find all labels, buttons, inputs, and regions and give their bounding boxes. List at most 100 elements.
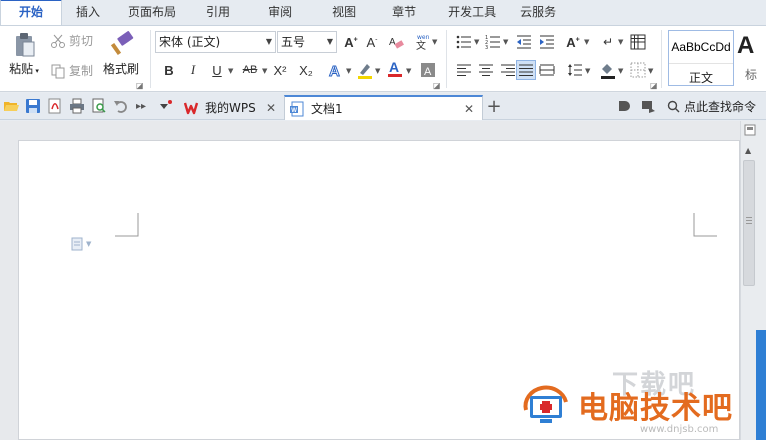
open-button[interactable] <box>3 98 19 114</box>
print-button[interactable] <box>69 98 85 114</box>
chevron-down-icon[interactable]: ▼ <box>503 38 508 46</box>
style-normal[interactable]: AaBbCcDd 正文 <box>668 30 734 86</box>
tab-cloud-service[interactable]: 云服务 <box>510 0 566 25</box>
tab-view[interactable]: 视图 <box>314 0 374 25</box>
strikethrough-button[interactable]: AB <box>238 60 262 80</box>
align-right-button[interactable] <box>498 60 518 80</box>
chevron-down-icon[interactable]: ▼ <box>584 38 589 46</box>
scroll-up-icon[interactable]: ▲ <box>745 146 751 155</box>
margin-corner-top-right <box>693 213 717 237</box>
print-preview-icon <box>92 98 106 113</box>
new-tab-button[interactable]: + <box>486 96 502 117</box>
chevron-down-icon[interactable]: ▼ <box>406 67 411 75</box>
chevron-down-icon[interactable]: ▼ <box>618 38 623 46</box>
close-icon[interactable]: ✕ <box>464 102 474 116</box>
chevron-down-icon[interactable]: ▼ <box>474 38 479 46</box>
italic-button[interactable]: I <box>183 60 203 80</box>
style-heading-sample[interactable]: A <box>737 32 754 60</box>
chevron-down-icon[interactable]: ▼ <box>648 67 653 75</box>
svg-text:A: A <box>389 37 396 48</box>
font-size-select[interactable]: 五号 ▼ <box>277 31 337 53</box>
doc-tab-document1-label: 文档1 <box>311 102 343 116</box>
table-border-button[interactable] <box>628 32 648 52</box>
doc-tab-document1[interactable]: W 文档1 ✕ <box>284 95 483 120</box>
numbered-list-icon: 123 <box>485 35 500 50</box>
distributed-align-button[interactable] <box>537 60 557 80</box>
change-case-button[interactable]: A+ <box>563 32 583 52</box>
bullets-button[interactable] <box>454 32 474 52</box>
print-preview-button[interactable] <box>91 98 107 114</box>
align-left-button[interactable] <box>454 60 474 80</box>
increase-indent-button[interactable] <box>537 32 557 52</box>
subscript-button[interactable]: X₂ <box>296 60 316 80</box>
watermark-brand: 电脑技术吧 <box>578 391 733 426</box>
shading-button[interactable] <box>598 60 618 80</box>
chevron-down-icon[interactable]: ▼ <box>228 67 233 75</box>
writer-doc-icon: W <box>290 101 304 116</box>
copy-icon <box>51 64 65 78</box>
clipboard-launcher-icon[interactable]: ◪ <box>136 81 144 90</box>
doc-tab-my-wps[interactable]: 我的WPS ✕ <box>180 95 284 120</box>
justify-button[interactable] <box>516 60 536 80</box>
align-center-button[interactable] <box>476 60 496 80</box>
chevron-down-icon[interactable]: ▼ <box>585 67 590 75</box>
tab-references[interactable]: 引用 <box>190 0 246 25</box>
line-spacing-button[interactable] <box>565 60 585 80</box>
tab-page-layout[interactable]: 页面布局 <box>114 0 190 25</box>
char-shading-button[interactable]: A <box>418 60 438 80</box>
chevron-down-icon[interactable]: ▼ <box>346 67 351 75</box>
text-effect-button[interactable]: A <box>326 60 346 80</box>
paragraph-mark-icon: ↵ <box>602 35 614 49</box>
shrink-font-button[interactable]: A- <box>362 32 382 52</box>
shrink-font-icon: A- <box>366 34 378 50</box>
copy-label: 复制 <box>69 64 94 78</box>
chevron-down-icon[interactable]: ▼ <box>375 67 380 75</box>
numbering-button[interactable]: 123 <box>483 32 503 52</box>
share-button[interactable] <box>640 98 656 114</box>
font-launcher-icon[interactable]: ◪ <box>433 81 441 90</box>
chevron-down-icon[interactable]: ▼ <box>432 38 437 46</box>
phonetic-guide-button[interactable]: wen 文 <box>412 32 432 52</box>
copy-button[interactable]: 复制 <box>50 62 93 79</box>
decrease-indent-button[interactable] <box>514 32 534 52</box>
undo-button[interactable] <box>113 98 129 114</box>
svg-text:W: W <box>291 107 297 113</box>
paragraph-launcher-icon[interactable]: ◪ <box>650 81 658 90</box>
customize-toolbar-button[interactable] <box>158 98 174 114</box>
paragraph-format-handle[interactable]: ▼ <box>71 237 91 251</box>
save-icon <box>26 99 40 113</box>
tab-insert[interactable]: 插入 <box>62 0 114 25</box>
side-panel-strip[interactable] <box>756 330 766 440</box>
scrollbar-thumb[interactable] <box>743 160 755 286</box>
highlight-button[interactable] <box>355 60 375 80</box>
clear-format-button[interactable]: A <box>386 32 406 52</box>
watermark-logo: 电脑技术吧 <box>520 382 733 428</box>
chevron-down-icon[interactable]: ▼ <box>262 67 267 75</box>
collaborate-button[interactable] <box>616 98 632 114</box>
paint-bucket-icon <box>601 64 615 79</box>
split-view-icon[interactable] <box>744 124 756 136</box>
font-color-button[interactable]: A <box>385 58 405 78</box>
format-painter-button[interactable]: 格式刷 <box>100 30 142 77</box>
borders-button[interactable] <box>628 60 648 80</box>
margin-corner-top-left <box>115 213 139 237</box>
tab-review[interactable]: 审阅 <box>246 0 314 25</box>
font-name-select[interactable]: 宋体 (正文) ▼ <box>155 31 276 53</box>
underline-button[interactable]: U <box>207 60 227 80</box>
superscript-button[interactable]: X² <box>270 60 290 80</box>
search-icon <box>667 100 680 113</box>
more-commands-icon[interactable]: ▸▸ <box>133 98 149 114</box>
close-icon[interactable]: ✕ <box>266 101 276 115</box>
chevron-down-icon[interactable]: ▼ <box>618 67 623 75</box>
export-pdf-button[interactable] <box>47 98 63 114</box>
cut-button[interactable]: 剪切 <box>50 32 93 49</box>
grow-font-button[interactable]: A+ <box>341 32 361 52</box>
tab-chapter[interactable]: 章节 <box>374 0 434 25</box>
tab-home[interactable]: 开始 <box>0 0 63 25</box>
paste-button[interactable]: 粘贴 ▾ <box>4 30 44 77</box>
show-marks-button[interactable]: ↵ <box>598 32 618 52</box>
save-button[interactable] <box>25 98 41 114</box>
command-search[interactable]: 点此查找命令 <box>667 98 756 115</box>
bold-button[interactable]: B <box>159 60 179 80</box>
tab-developer[interactable]: 开发工具 <box>434 0 510 25</box>
